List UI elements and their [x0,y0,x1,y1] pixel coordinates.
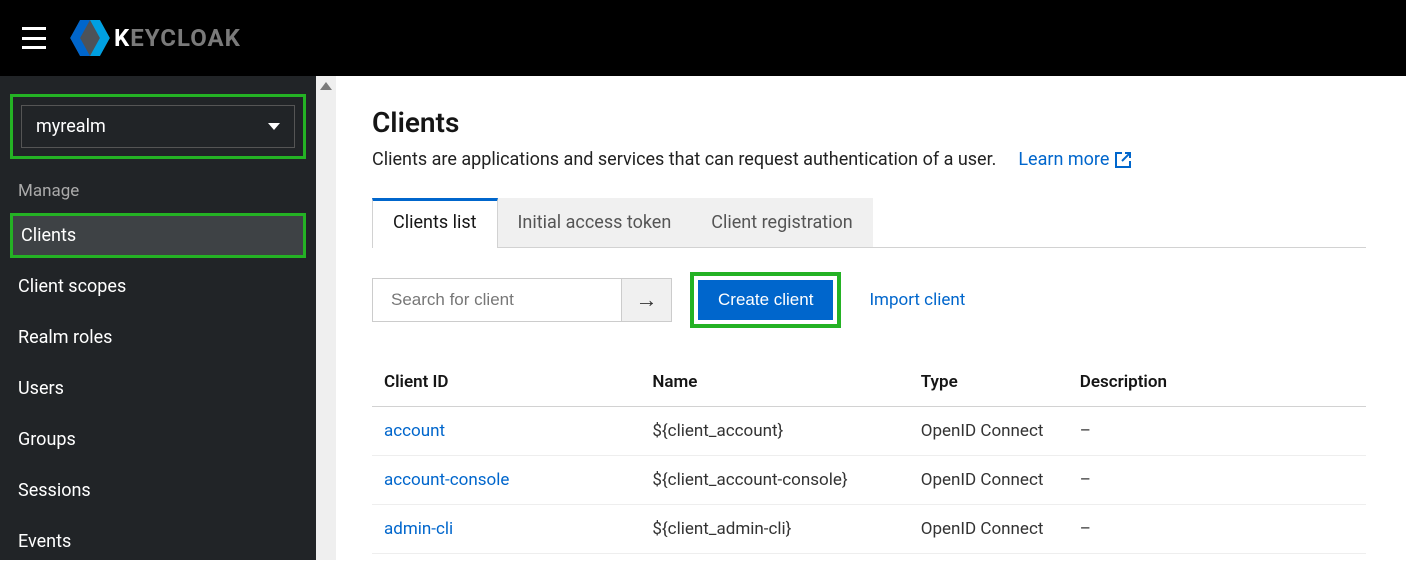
client-name-cell: ${client_account} [640,407,908,456]
sidebar: myrealm Manage Clients Client scopes Rea… [0,76,316,560]
tab-label: Initial access token [518,212,672,233]
realm-selected-label: myrealm [36,116,106,137]
sidebar-item-label: Users [18,378,64,399]
search-group: → [372,278,672,322]
sidebar-item-label: Groups [18,429,76,450]
create-client-highlight: Create client [690,272,841,328]
search-submit-button[interactable]: → [621,279,671,321]
toolbar: → Create client Import client [372,272,1366,328]
tabs: Clients list Initial access token Client… [372,198,1366,248]
tab-client-registration[interactable]: Client registration [691,198,872,247]
chevron-down-icon [268,123,280,130]
sidebar-item-events[interactable]: Events [0,519,316,564]
column-header-description[interactable]: Description [1068,358,1366,407]
column-header-client-id[interactable]: Client ID [372,358,640,407]
client-desc-cell: – [1068,407,1366,456]
client-type-cell: OpenID Connect [909,505,1068,554]
sidebar-item-realm-roles[interactable]: Realm roles [0,315,316,360]
arrow-right-icon: → [636,287,658,313]
tab-label: Clients list [393,212,477,233]
tab-clients-list[interactable]: Clients list [372,198,498,248]
sidebar-scrollbar[interactable] [316,76,336,560]
menu-toggle-icon[interactable] [22,27,46,49]
clients-table: Client ID Name Type Description account … [372,358,1366,554]
keycloak-logo-icon [70,20,110,56]
app-header: KEYCLOAK [0,0,1406,76]
sidebar-item-label: Client scopes [18,276,126,297]
sidebar-item-clients[interactable]: Clients [10,213,306,258]
client-desc-cell: – [1068,505,1366,554]
table-row: account ${client_account} OpenID Connect… [372,407,1366,456]
sidebar-section-label: Manage [0,181,316,213]
column-header-type[interactable]: Type [909,358,1068,407]
brand-text: KEYCLOAK [114,24,241,52]
page-title: Clients [372,106,1366,139]
client-type-cell: OpenID Connect [909,407,1068,456]
sidebar-item-groups[interactable]: Groups [0,417,316,462]
main-content: Clients Clients are applications and ser… [336,76,1406,560]
button-label: Create client [718,290,813,309]
search-input[interactable] [391,290,612,310]
client-id-link[interactable]: account [384,421,445,441]
tab-label: Client registration [711,212,852,233]
learn-more-label: Learn more [1018,149,1109,170]
sidebar-item-label: Sessions [18,480,91,501]
table-row: admin-cli ${client_admin-cli} OpenID Con… [372,505,1366,554]
realm-selector-highlight: myrealm [10,94,306,159]
client-id-link[interactable]: admin-cli [384,519,453,539]
import-client-link[interactable]: Import client [869,290,965,310]
link-label: Import client [869,290,965,310]
client-name-cell: ${client_admin-cli} [640,505,908,554]
sidebar-item-sessions[interactable]: Sessions [0,468,316,513]
brand-logo[interactable]: KEYCLOAK [70,20,241,56]
client-name-cell: ${client_account-console} [640,456,908,505]
column-header-name[interactable]: Name [640,358,908,407]
client-id-link[interactable]: account-console [384,470,509,490]
tab-initial-access-token[interactable]: Initial access token [498,198,692,247]
sidebar-item-users[interactable]: Users [0,366,316,411]
scroll-up-icon [320,82,332,90]
client-type-cell: OpenID Connect [909,456,1068,505]
sidebar-item-label: Realm roles [18,327,112,348]
sidebar-item-label: Events [18,531,71,552]
sidebar-item-client-scopes[interactable]: Client scopes [0,264,316,309]
table-row: account-console ${client_account-console… [372,456,1366,505]
page-description: Clients are applications and services th… [372,149,996,170]
realm-selector[interactable]: myrealm [21,105,295,148]
client-desc-cell: – [1068,456,1366,505]
sidebar-item-label: Clients [21,225,76,246]
create-client-button[interactable]: Create client [698,280,833,320]
learn-more-link[interactable]: Learn more [1018,149,1131,170]
external-link-icon [1115,152,1131,168]
